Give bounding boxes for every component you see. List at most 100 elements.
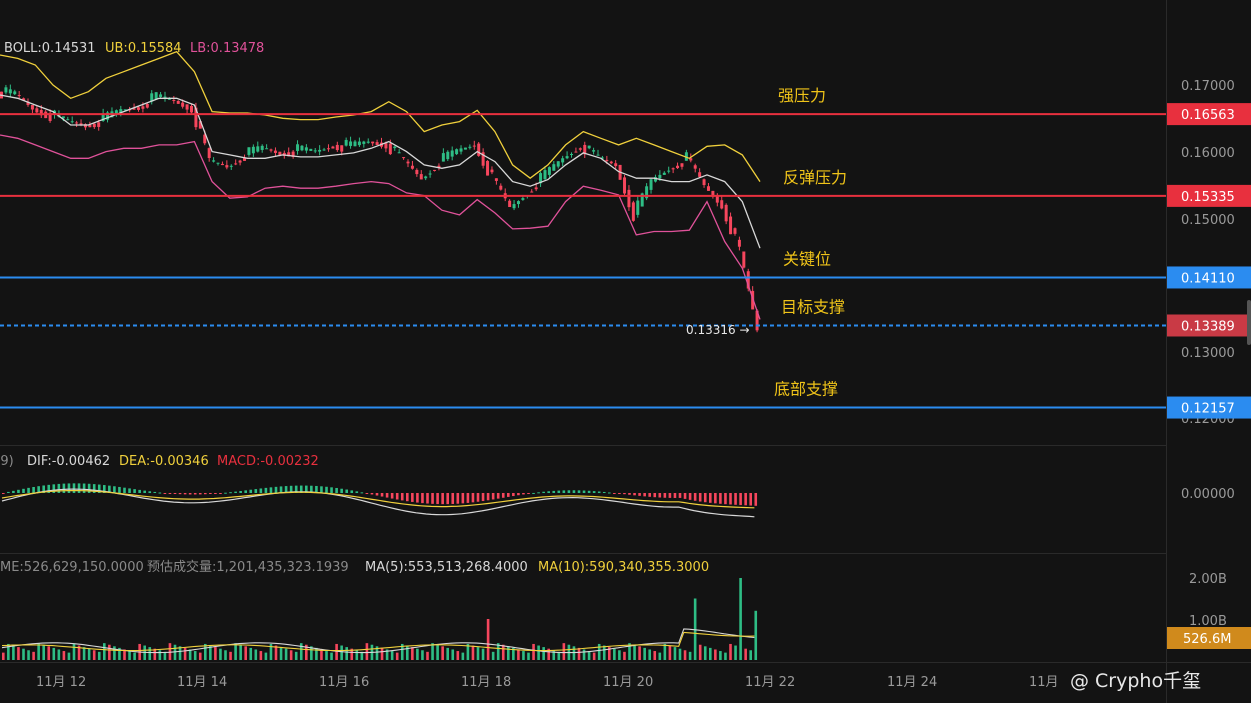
volume-bar [52, 647, 56, 660]
macd-bar [653, 493, 657, 498]
volume-bar [67, 652, 71, 660]
candle-body [145, 103, 149, 108]
volume-bar [158, 650, 162, 660]
volume-bar [2, 652, 5, 660]
macd-bar [431, 493, 434, 504]
volume-bar [436, 644, 439, 660]
volume-bar [744, 648, 747, 660]
candle-body [614, 163, 618, 167]
macd-bar [17, 489, 20, 493]
candle-body [154, 92, 158, 100]
volume-bar [62, 651, 66, 660]
macd-bar [446, 493, 449, 505]
candle-body [433, 169, 437, 171]
volume-bar [27, 650, 30, 660]
volume-bar [47, 646, 51, 660]
candle-body [335, 144, 339, 151]
candle-body [269, 149, 273, 151]
volume-bar [491, 651, 495, 660]
candle-body [428, 173, 432, 175]
candle-body [4, 87, 8, 93]
macd-bar [2, 493, 5, 494]
candle-body [556, 161, 560, 167]
macd-bar [219, 493, 222, 494]
macd-bar [693, 493, 697, 501]
candle-body [698, 172, 702, 177]
macd-bar [158, 492, 162, 494]
macd-bar [744, 493, 747, 506]
volume-bar [597, 643, 601, 660]
macd-bar [608, 492, 611, 494]
level-tag-text: 0.12157 [1181, 402, 1235, 417]
volume-bar [754, 610, 758, 660]
candle-body [455, 149, 459, 155]
volume-bar [128, 651, 131, 660]
candle-body [393, 146, 397, 149]
candle-body [260, 145, 264, 150]
volume-bar [198, 652, 202, 660]
volume-bar [456, 651, 460, 660]
volume-bar [274, 645, 278, 660]
volume-bar [325, 651, 328, 660]
macd-bar [527, 493, 530, 494]
volume-bar [103, 643, 106, 660]
candle-body [349, 141, 353, 146]
macd-bar [360, 492, 364, 494]
macd-bar [486, 493, 490, 501]
macd-bar [138, 489, 141, 493]
volume-bar [17, 647, 20, 660]
volume-bar [320, 649, 323, 660]
macd-bar [67, 483, 71, 493]
boll-ub: UB:0.15584 [105, 41, 182, 56]
macd-bar [456, 493, 460, 504]
macd-bar [496, 493, 500, 499]
candle-body [570, 153, 573, 155]
candle-body [97, 122, 101, 127]
candle-body [508, 200, 512, 208]
macd-bar [350, 490, 354, 493]
macd-bar [249, 489, 253, 493]
candle-body [35, 108, 39, 113]
macd-bar [557, 490, 561, 493]
volume-bar [133, 652, 136, 660]
candle-body [353, 141, 357, 147]
macd-bar [577, 490, 581, 493]
macd-bar [688, 493, 692, 500]
volume-bar [577, 647, 581, 660]
candle-body [313, 150, 317, 152]
volume-estimate: 预估成交量:1,201,435,323.1939 [147, 559, 349, 575]
candle-body [212, 160, 216, 162]
candle-body [490, 169, 494, 173]
macd-bar [512, 493, 515, 497]
volume-bar [633, 644, 636, 660]
macd-bar [72, 483, 76, 493]
candle-body [13, 91, 17, 95]
volume-bar [289, 650, 293, 660]
candle-body [371, 141, 375, 144]
macd-bar [618, 493, 621, 494]
candle-body [207, 148, 211, 158]
macd-bar [385, 493, 389, 498]
candle-body [565, 156, 569, 159]
macd-bar [12, 490, 15, 493]
candle-body [331, 146, 335, 149]
macd-bar [82, 483, 86, 493]
volume-bar [668, 645, 672, 660]
macd-bar [214, 493, 217, 494]
candle-body [693, 165, 697, 169]
volume-bar [340, 645, 343, 660]
macd-bar [683, 493, 687, 499]
volume-bar [183, 647, 187, 660]
candle-body [136, 107, 140, 110]
macd-bar [552, 490, 556, 493]
chart-canvas[interactable]: 强压力反弹压力关键位目标支撑底部支撑 0.17000 0.16000 0.150… [0, 0, 1251, 703]
macd-bar [567, 490, 571, 493]
candle-body [530, 191, 534, 193]
macd-panel [1, 483, 758, 518]
volume-bar [108, 644, 111, 660]
candle-body [446, 151, 450, 160]
macd-bar [628, 493, 631, 495]
scroll-handle[interactable] [1247, 300, 1251, 345]
macd-bar [537, 492, 540, 494]
volume-bar [294, 651, 298, 660]
